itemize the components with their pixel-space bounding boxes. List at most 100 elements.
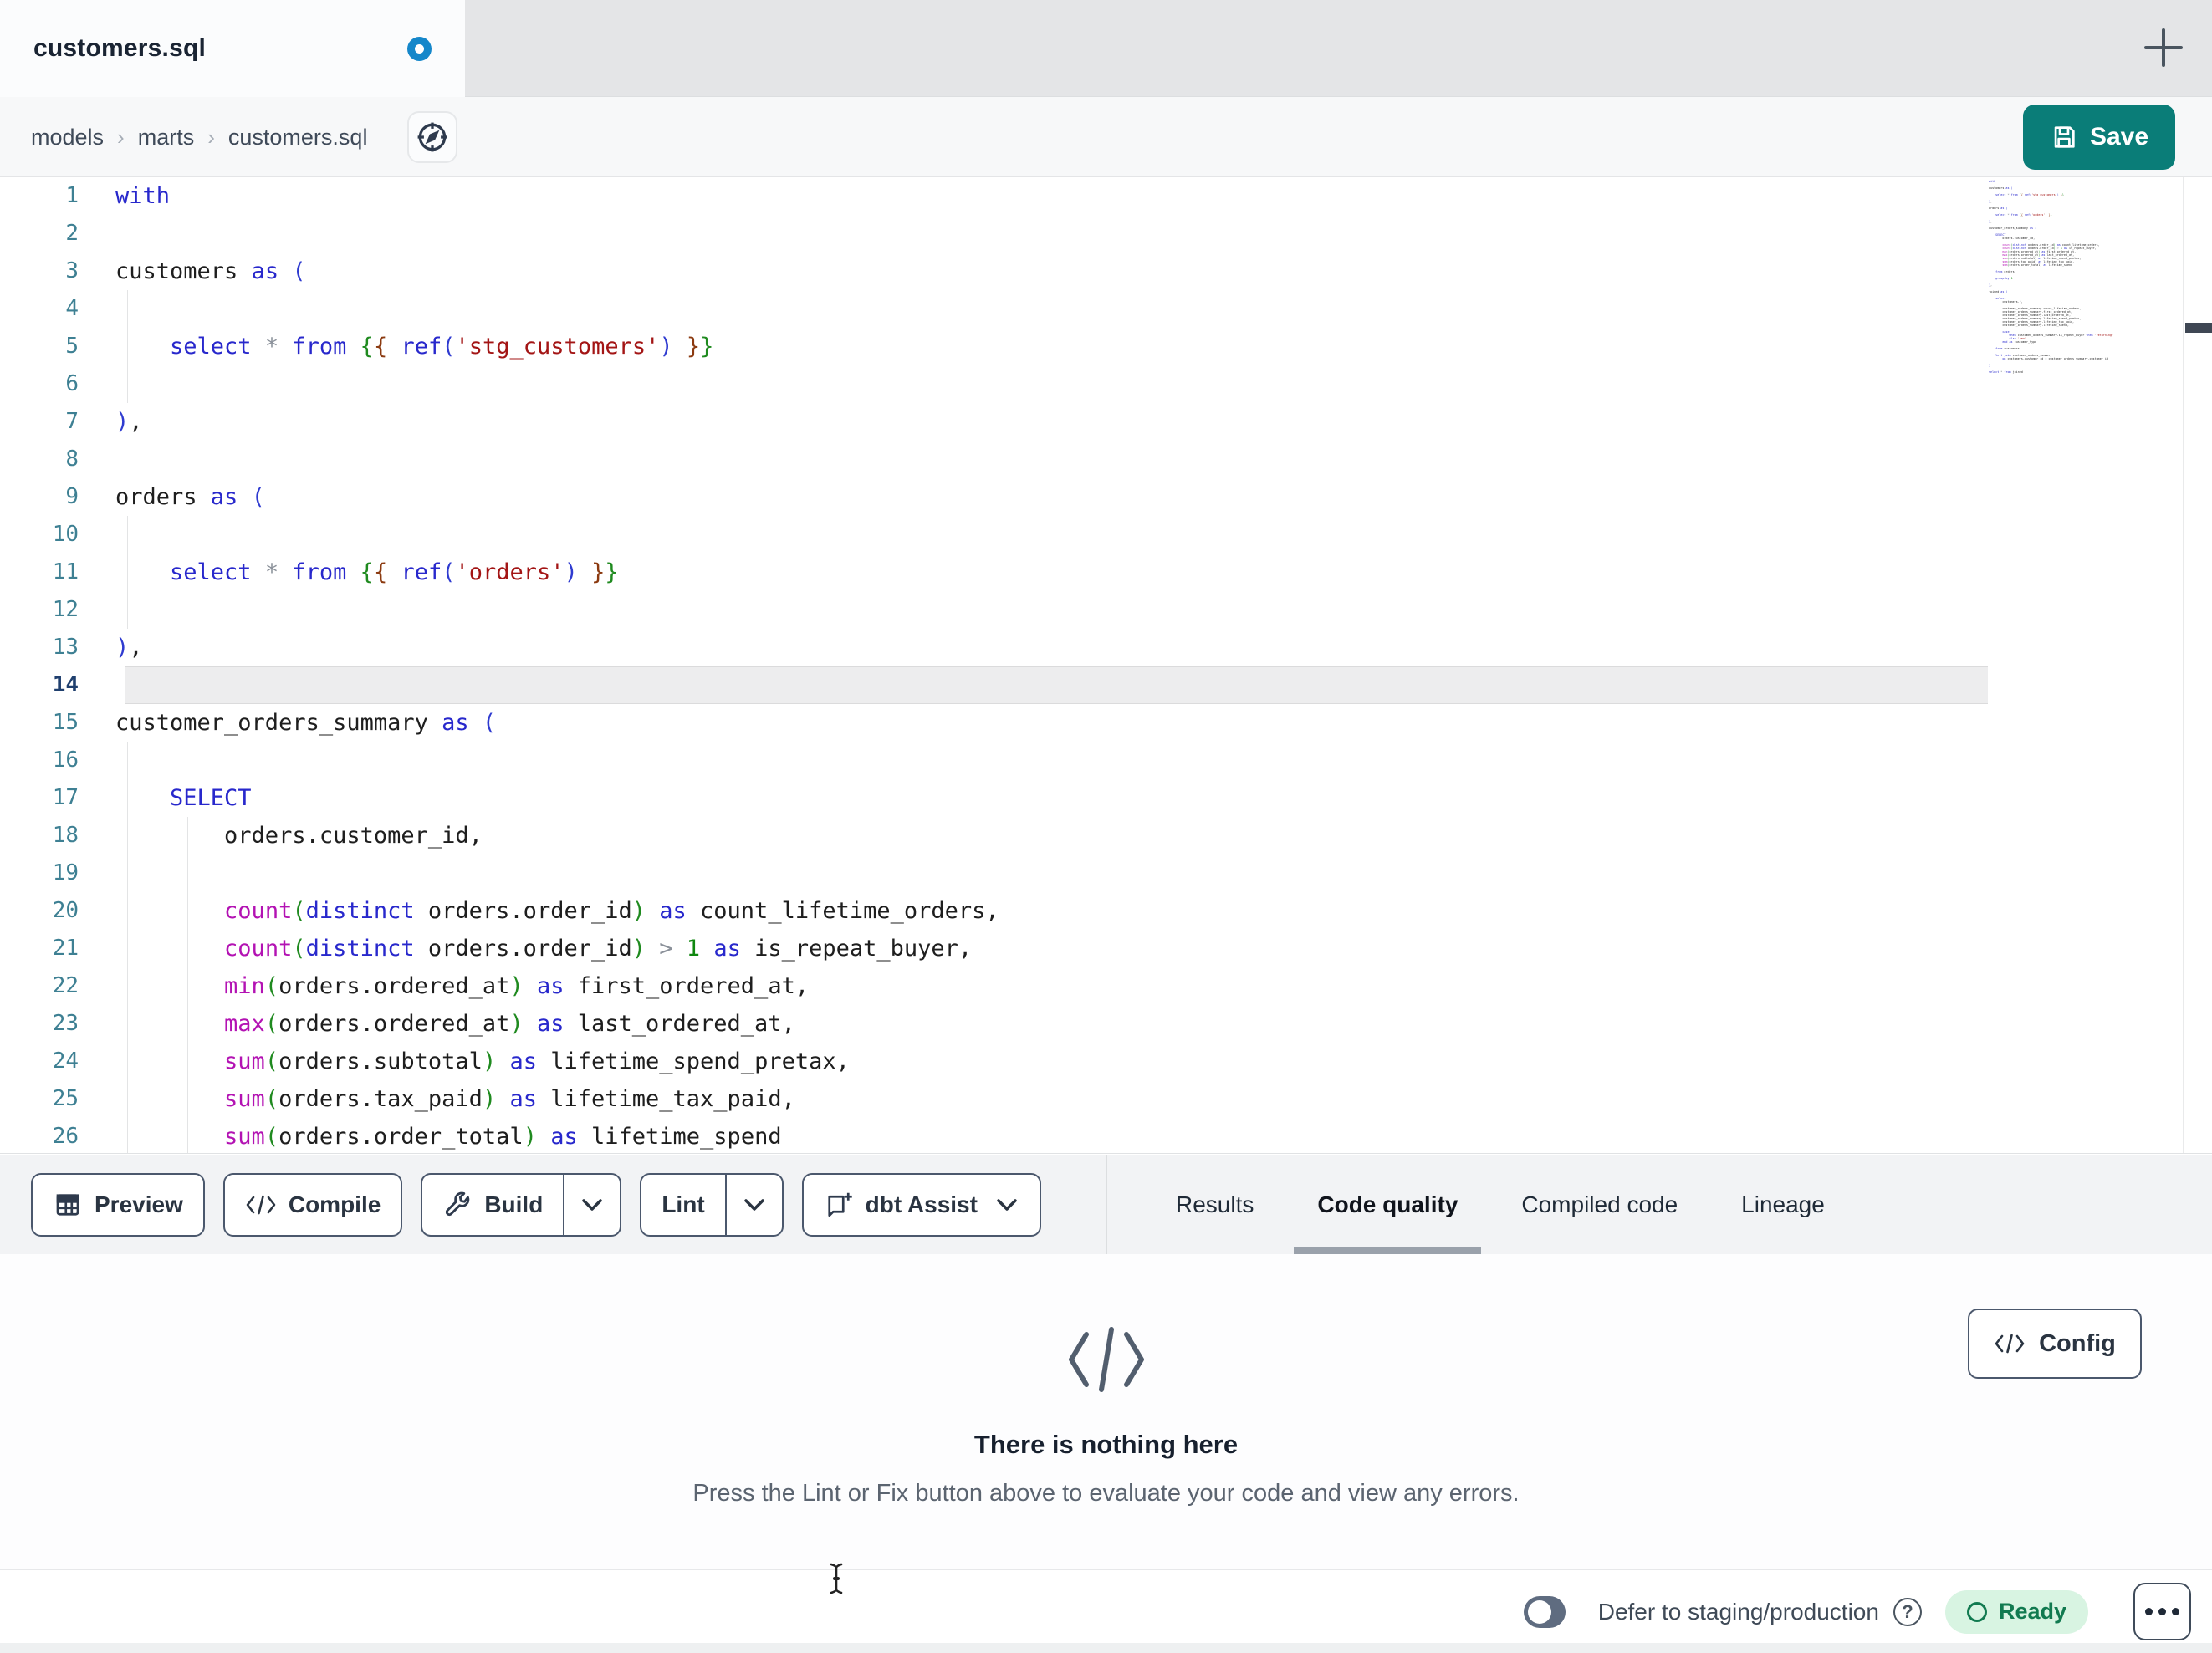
compile-label: Compile	[288, 1191, 381, 1217]
code-line[interactable]: 16	[0, 742, 2212, 779]
code-line[interactable]: 22 min(orders.ordered_at) as first_order…	[0, 967, 2212, 1005]
code-line[interactable]: 3 customers as (	[0, 253, 2212, 290]
tab-title: customers.sql	[33, 34, 207, 62]
compile-button[interactable]: Compile	[222, 1173, 403, 1237]
save-icon	[2050, 123, 2078, 151]
chevron-down-icon[interactable]	[564, 1175, 620, 1235]
unsaved-changes-indicator-icon	[407, 36, 432, 61]
code-line[interactable]: 2	[0, 215, 2212, 253]
code-line[interactable]: 9 orders as (	[0, 478, 2212, 516]
empty-state-title: There is nothing here	[973, 1430, 1239, 1459]
toolbar-divider	[1106, 1155, 1107, 1254]
config-label: Config	[2039, 1329, 2116, 1357]
bottom-edge	[0, 1643, 2212, 1653]
line-number: 26	[52, 1124, 79, 1149]
breadcrumb-item-marts[interactable]: marts	[138, 125, 195, 151]
line-number: 22	[52, 973, 79, 998]
tab-results[interactable]: Results	[1144, 1155, 1285, 1254]
code-text: select * from {{ ref('stg_customers') }}	[170, 334, 714, 360]
preview-button[interactable]: Preview	[31, 1173, 205, 1237]
scrollbar-thumb[interactable]	[2185, 323, 2212, 333]
line-number: 14	[52, 672, 79, 697]
code-line[interactable]: 4	[0, 290, 2212, 328]
code-line[interactable]: 23 max(orders.ordered_at) as last_ordere…	[0, 1005, 2212, 1043]
code-icon	[1994, 1333, 2026, 1355]
save-label: Save	[2089, 123, 2149, 151]
code-line[interactable]: 8	[0, 441, 2212, 478]
breadcrumb-separator: ›	[117, 124, 125, 150]
code-brackets-icon	[0, 1323, 2212, 1396]
code-line[interactable]: 15 customer_orders_summary as (	[0, 704, 2212, 742]
code-quality-panel: There is nothing here Press the Lint or …	[0, 1254, 2212, 1570]
preview-label: Preview	[95, 1191, 183, 1217]
breadcrumb-separator: ›	[207, 124, 215, 150]
code-line[interactable]: 7),	[0, 403, 2212, 441]
line-number: 25	[52, 1086, 79, 1111]
tab-lineage[interactable]: Lineage	[1709, 1155, 1857, 1254]
code-line[interactable]: 5 select * from {{ ref('stg_customers') …	[0, 328, 2212, 365]
code-text: orders.customer_id,	[115, 823, 483, 849]
code-text: sum(orders.order_total) as lifetime_spen…	[224, 1124, 782, 1150]
results-tab-bar: Results Code quality Compiled code Lineage	[1144, 1155, 1857, 1254]
code-text: count(distinct orders.order_id) as count…	[224, 898, 999, 924]
lint-label: Lint	[662, 1191, 705, 1217]
code-line[interactable]: 1 with	[0, 177, 2212, 215]
code-editor[interactable]: 1 with 2 3 customers as ( 4 5 select * from {{…	[0, 177, 2212, 1154]
lint-button[interactable]: Lint	[640, 1173, 784, 1237]
ready-status-icon	[1966, 1601, 1987, 1622]
line-number: 10	[52, 522, 79, 547]
code-line[interactable]: 10	[0, 516, 2212, 554]
line-number: 16	[52, 747, 79, 773]
code-text: sum(orders.tax_paid) as lifetime_tax_pai…	[224, 1086, 795, 1112]
code-line[interactable]: 20 count(distinct orders.order_id) as co…	[0, 892, 2212, 930]
config-button[interactable]: Config	[1968, 1309, 2142, 1379]
code-line[interactable]: 26 sum(orders.order_total) as lifetime_s…	[0, 1118, 2212, 1153]
code-text: select * from {{ ref('orders') }}	[170, 559, 619, 585]
line-number: 21	[52, 936, 79, 961]
line-number: 9	[65, 484, 79, 509]
code-line[interactable]: 14	[0, 666, 2212, 704]
breadcrumb-item-models[interactable]: models	[31, 125, 104, 151]
chevron-down-icon[interactable]	[994, 1196, 1019, 1213]
line-number: 2	[65, 221, 79, 246]
minimap[interactable]: with customers as ( select * from {{ ref…	[1989, 180, 2177, 374]
code-text: SELECT	[170, 785, 252, 811]
dbt-assist-button[interactable]: dbt Assist	[801, 1173, 1041, 1237]
code-line[interactable]: 18 orders.customer_id,	[0, 817, 2212, 855]
code-text: max(orders.ordered_at) as last_ordered_a…	[224, 1011, 795, 1037]
new-tab-button[interactable]	[2134, 18, 2193, 77]
defer-toggle[interactable]	[1523, 1595, 1566, 1628]
ready-label: Ready	[1998, 1599, 2066, 1624]
tab-code-quality[interactable]: Code quality	[1285, 1155, 1489, 1254]
code-text: count(distinct orders.order_id) > 1 as i…	[224, 936, 973, 962]
chevron-down-icon[interactable]	[727, 1175, 782, 1235]
line-number: 15	[52, 710, 79, 735]
breadcrumb: models › marts › customers.sql	[31, 97, 367, 177]
code-line[interactable]: 11 select * from {{ ref('orders') }}	[0, 554, 2212, 591]
line-number: 13	[52, 635, 79, 660]
code-line[interactable]: 25 sum(orders.tax_paid) as lifetime_tax_…	[0, 1080, 2212, 1118]
code-line[interactable]: 6	[0, 365, 2212, 403]
line-number: 20	[52, 898, 79, 923]
code-line[interactable]: 13),	[0, 629, 2212, 666]
code-line[interactable]: 21 count(distinct orders.order_id) > 1 a…	[0, 930, 2212, 967]
build-label: Build	[484, 1191, 544, 1217]
breadcrumb-item-customers-sql[interactable]: customers.sql	[228, 125, 368, 151]
help-icon[interactable]: ?	[1893, 1597, 1922, 1626]
line-number: 3	[65, 258, 79, 283]
more-options-button[interactable]	[2133, 1583, 2191, 1640]
navigate-file-button[interactable]	[407, 111, 457, 163]
tab-compiled-code[interactable]: Compiled code	[1489, 1155, 1709, 1254]
wrench-icon	[442, 1190, 473, 1220]
tab-bar: customers.sql	[0, 0, 2212, 97]
code-line[interactable]: 12	[0, 591, 2212, 629]
code-line[interactable]: 24 sum(orders.subtotal) as lifetime_spen…	[0, 1043, 2212, 1080]
tab-customers-sql[interactable]: customers.sql	[0, 0, 465, 97]
code-line[interactable]: 19	[0, 855, 2212, 892]
save-button[interactable]: Save	[2023, 105, 2175, 170]
code-text: min(orders.ordered_at) as first_ordered_…	[224, 973, 810, 999]
code-text: customers as (	[115, 258, 306, 284]
code-line[interactable]: 17 SELECT	[0, 779, 2212, 817]
defer-label: Defer to staging/production	[1597, 1598, 1879, 1625]
build-button[interactable]: Build	[421, 1173, 622, 1237]
